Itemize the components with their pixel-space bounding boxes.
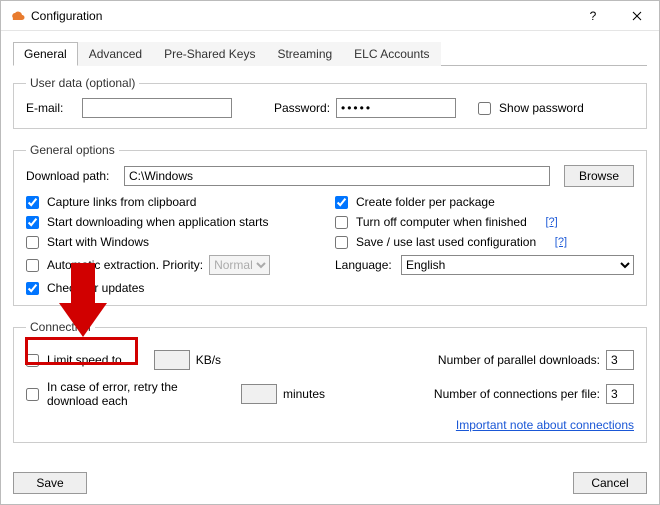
label-language: Language:	[335, 258, 395, 272]
close-button[interactable]	[615, 1, 659, 31]
show-password-checkbox[interactable]: Show password	[478, 101, 584, 115]
chk-start-windows[interactable]: Start with Windows	[26, 235, 149, 249]
label-minutes: minutes	[283, 387, 325, 401]
group-userdata: User data (optional) E-mail: Password: •…	[13, 76, 647, 129]
chk-turnoff[interactable]: Turn off computer when finished	[335, 215, 527, 229]
chk-limit-speed[interactable]: Limit speed to	[26, 353, 122, 367]
email-field[interactable]	[82, 98, 232, 118]
chk-start-downloading[interactable]: Start downloading when application start…	[26, 215, 268, 229]
legend-connection: Connection	[26, 320, 95, 334]
limit-speed-field	[154, 350, 190, 370]
legend-userdata: User data (optional)	[26, 76, 139, 90]
app-icon	[9, 8, 25, 24]
dialog-body: General Advanced Pre-Shared Keys Streami…	[1, 31, 659, 466]
tab-preshared[interactable]: Pre-Shared Keys	[153, 42, 266, 66]
window-title: Configuration	[31, 9, 571, 23]
titlebar: Configuration ?	[1, 1, 659, 31]
group-connection: Connection Limit speed to KB/s Number of…	[13, 320, 647, 443]
tab-elc[interactable]: ELC Accounts	[343, 42, 440, 66]
priority-select: Normal	[209, 255, 270, 275]
password-field[interactable]: •••••	[336, 98, 456, 118]
tab-general[interactable]: General	[13, 42, 78, 66]
download-path-field[interactable]	[124, 166, 550, 186]
group-general-options: General options Download path: Browse Ca…	[13, 143, 647, 306]
config-dialog: Configuration ? General Advanced Pre-Sha…	[0, 0, 660, 505]
label-download-path: Download path:	[26, 169, 118, 183]
label-kbps: KB/s	[196, 353, 221, 367]
chk-save-last[interactable]: Save / use last used configuration	[335, 235, 536, 249]
label-password: Password:	[274, 101, 330, 115]
chk-create-folder[interactable]: Create folder per package	[335, 195, 495, 209]
help-turnoff[interactable]: [?]	[545, 216, 557, 228]
help-button[interactable]: ?	[571, 1, 615, 31]
legend-general: General options	[26, 143, 119, 157]
chk-capture-links[interactable]: Capture links from clipboard	[26, 195, 196, 209]
label-email: E-mail:	[26, 101, 76, 115]
chk-auto-extract[interactable]: Automatic extraction. Priority:	[26, 258, 203, 272]
link-connection-note[interactable]: Important note about connections	[456, 418, 634, 432]
help-savelast[interactable]: [?]	[555, 236, 567, 248]
footer: Save Cancel	[1, 466, 659, 504]
browse-button[interactable]: Browse	[564, 165, 634, 187]
tab-strip: General Advanced Pre-Shared Keys Streami…	[13, 41, 647, 66]
language-select[interactable]: English	[401, 255, 634, 275]
tab-streaming[interactable]: Streaming	[266, 42, 343, 66]
cancel-button[interactable]: Cancel	[573, 472, 647, 494]
chk-check-updates[interactable]: Check for updates	[26, 281, 144, 295]
tab-advanced[interactable]: Advanced	[78, 42, 153, 66]
label-parallel: Number of parallel downloads:	[438, 353, 600, 367]
parallel-field[interactable]	[606, 350, 634, 370]
chk-retry[interactable]: In case of error, retry the download eac…	[26, 380, 222, 408]
label-conn-per-file: Number of connections per file:	[434, 387, 600, 401]
conn-per-file-field[interactable]	[606, 384, 634, 404]
save-button[interactable]: Save	[13, 472, 87, 494]
retry-field	[241, 384, 277, 404]
